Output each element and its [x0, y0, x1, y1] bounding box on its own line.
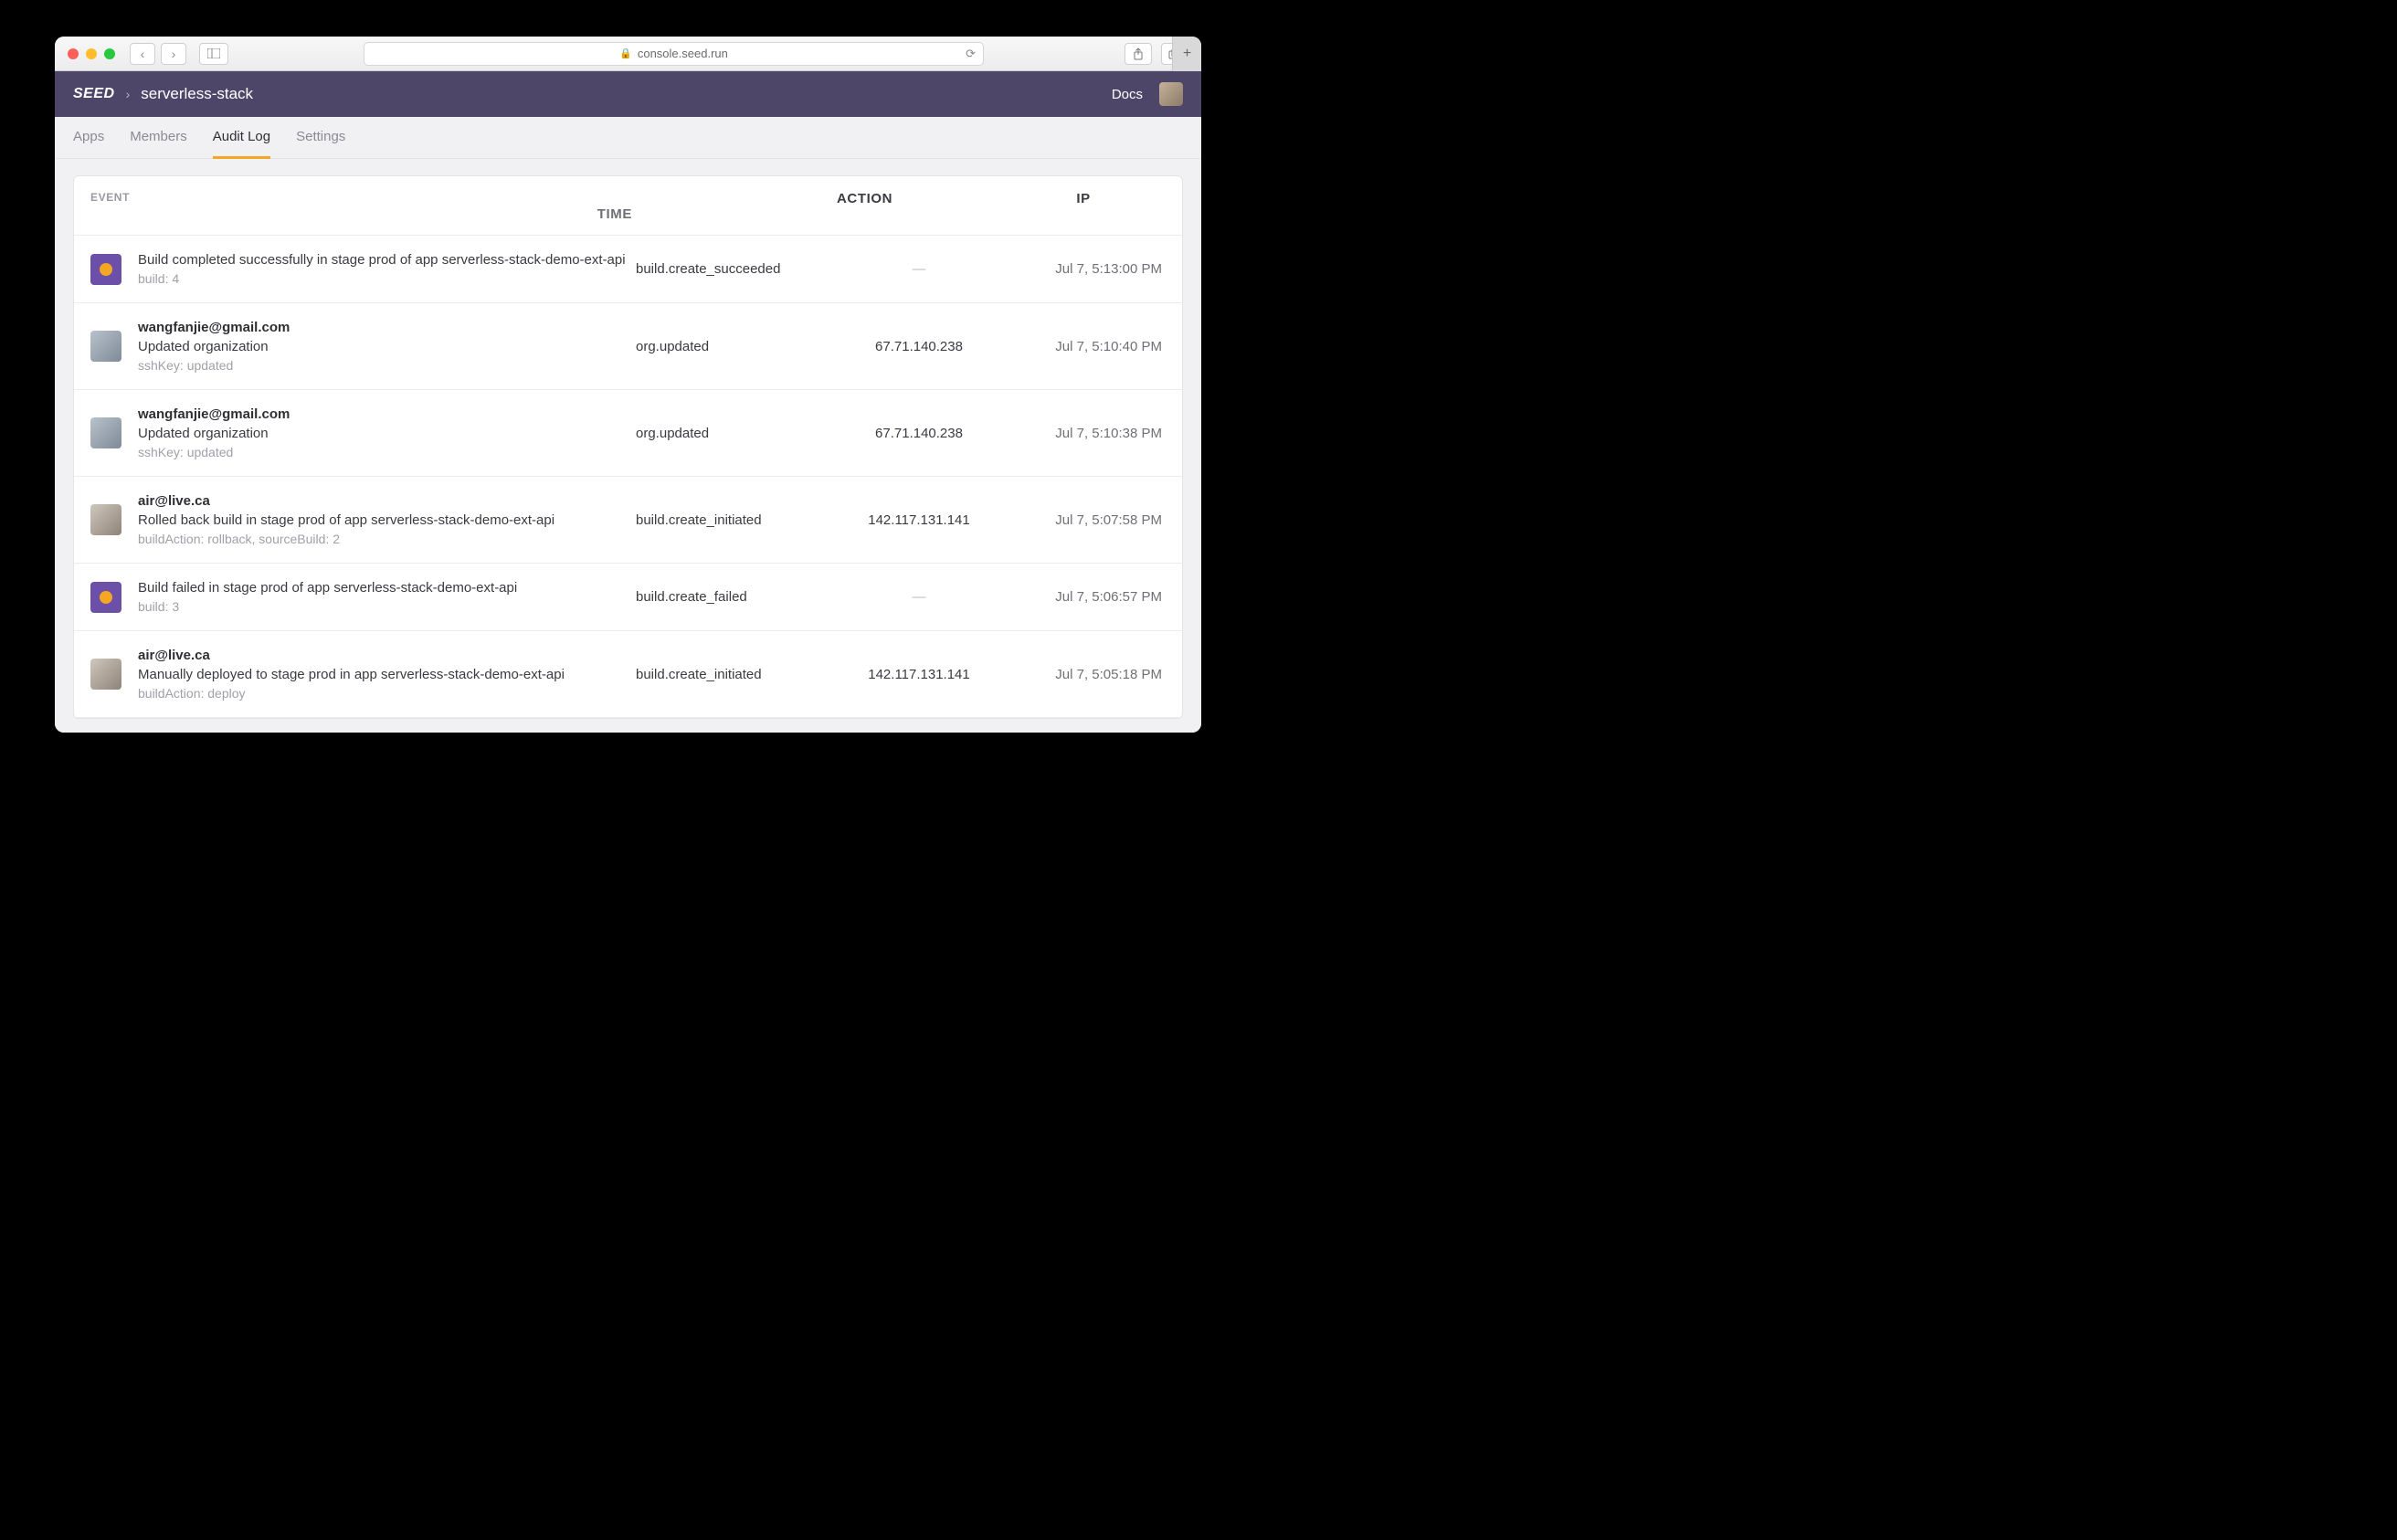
table-row[interactable]: wangfanjie@gmail.com Updated organization… [74, 390, 1182, 477]
table-row[interactable]: Build failed in stage prod of app server… [74, 564, 1182, 631]
nav-tabs: Apps Members Audit Log Settings [55, 117, 1201, 159]
time-cell: Jul 7, 5:13:00 PM [1001, 261, 1166, 277]
event-user: air@live.ca [138, 493, 636, 509]
browser-window: ‹ › 🔒 console.seed.run ⟳ + SEED › server… [55, 37, 1201, 733]
ip-cell: 67.71.140.238 [837, 426, 1001, 441]
table-row[interactable]: air@live.ca Rolled back build in stage pr… [74, 477, 1182, 564]
window-close-button[interactable] [68, 48, 79, 59]
ip-cell: 142.117.131.141 [837, 667, 1001, 682]
table-row[interactable]: Build completed successfully in stage pr… [74, 236, 1182, 303]
app-header: SEED › serverless-stack Docs [55, 71, 1201, 117]
system-avatar-icon [90, 254, 121, 285]
event-cell: air@live.ca Manually deployed to stage pr… [138, 648, 636, 701]
user-avatar-icon [90, 417, 121, 448]
col-ip: IP [1001, 191, 1166, 206]
docs-link[interactable]: Docs [1112, 87, 1143, 102]
event-cell: air@live.ca Rolled back build in stage pr… [138, 493, 636, 546]
user-avatar-icon [90, 331, 121, 362]
event-description: Manually deployed to stage prod in app s… [138, 667, 636, 682]
event-description: Updated organization [138, 426, 636, 441]
reload-icon[interactable]: ⟳ [966, 47, 976, 61]
logo[interactable]: SEED [73, 86, 115, 102]
ip-cell: 67.71.140.238 [837, 339, 1001, 354]
event-user: wangfanjie@gmail.com [138, 320, 636, 335]
sidebar-toggle-button[interactable] [199, 43, 228, 65]
action-cell: org.updated [636, 426, 837, 441]
ip-cell: 142.117.131.141 [837, 512, 1001, 528]
action-cell: build.create_failed [636, 589, 837, 605]
ip-cell: — [837, 261, 1001, 277]
lock-icon: 🔒 [619, 47, 632, 59]
breadcrumb-org[interactable]: serverless-stack [141, 85, 253, 103]
event-description: Build failed in stage prod of app server… [138, 580, 636, 596]
content: EVENT ACTION IP TIME Build completed suc… [55, 159, 1201, 733]
nav-group: ‹ › [130, 43, 186, 65]
ip-cell: — [837, 589, 1001, 605]
url-host: console.seed.run [638, 47, 728, 60]
forward-button[interactable]: › [161, 43, 186, 65]
share-button[interactable] [1125, 43, 1152, 65]
event-description: Updated organization [138, 339, 636, 354]
time-cell: Jul 7, 5:07:58 PM [1001, 512, 1166, 528]
back-button[interactable]: ‹ [130, 43, 155, 65]
url-bar[interactable]: 🔒 console.seed.run ⟳ [364, 42, 984, 66]
time-cell: Jul 7, 5:10:40 PM [1001, 339, 1166, 354]
event-meta: build: 3 [138, 599, 636, 614]
event-cell: wangfanjie@gmail.com Updated organization… [138, 320, 636, 373]
action-cell: build.create_succeeded [636, 261, 837, 277]
action-cell: org.updated [636, 339, 837, 354]
system-avatar-icon [90, 582, 121, 613]
event-meta: buildAction: deploy [138, 686, 636, 701]
event-user: air@live.ca [138, 648, 636, 663]
window-maximize-button[interactable] [104, 48, 115, 59]
table-header: EVENT ACTION IP TIME [74, 176, 1182, 236]
event-cell: Build completed successfully in stage pr… [138, 252, 636, 286]
tab-settings[interactable]: Settings [296, 118, 345, 159]
event-meta: sshKey: updated [138, 358, 636, 373]
tab-apps[interactable]: Apps [73, 118, 104, 159]
time-cell: Jul 7, 5:10:38 PM [1001, 426, 1166, 441]
browser-titlebar: ‹ › 🔒 console.seed.run ⟳ + [55, 37, 1201, 71]
event-meta: build: 4 [138, 271, 636, 286]
event-meta: sshKey: updated [138, 445, 636, 459]
event-cell: Build failed in stage prod of app server… [138, 580, 636, 614]
col-event: EVENT [90, 191, 837, 206]
col-action: ACTION [837, 191, 1001, 206]
window-minimize-button[interactable] [86, 48, 97, 59]
user-avatar-icon [90, 504, 121, 535]
tab-members[interactable]: Members [130, 118, 187, 159]
action-cell: build.create_initiated [636, 667, 837, 682]
action-cell: build.create_initiated [636, 512, 837, 528]
tab-audit-log[interactable]: Audit Log [213, 118, 270, 159]
time-cell: Jul 7, 5:05:18 PM [1001, 667, 1166, 682]
event-description: Rolled back build in stage prod of app s… [138, 512, 636, 528]
user-avatar[interactable] [1159, 82, 1183, 106]
chevron-right-icon: › [126, 87, 131, 101]
col-time: TIME [90, 206, 636, 222]
event-meta: buildAction: rollback, sourceBuild: 2 [138, 532, 636, 546]
event-cell: wangfanjie@gmail.com Updated organization… [138, 406, 636, 459]
event-description: Build completed successfully in stage pr… [138, 252, 636, 268]
audit-log-table: EVENT ACTION IP TIME Build completed suc… [73, 175, 1183, 719]
user-avatar-icon [90, 659, 121, 690]
time-cell: Jul 7, 5:06:57 PM [1001, 589, 1166, 605]
table-row[interactable]: wangfanjie@gmail.com Updated organization… [74, 303, 1182, 390]
event-user: wangfanjie@gmail.com [138, 406, 636, 422]
table-row[interactable]: air@live.ca Manually deployed to stage pr… [74, 631, 1182, 718]
new-tab-button[interactable]: + [1172, 37, 1201, 71]
traffic-lights [68, 48, 115, 59]
